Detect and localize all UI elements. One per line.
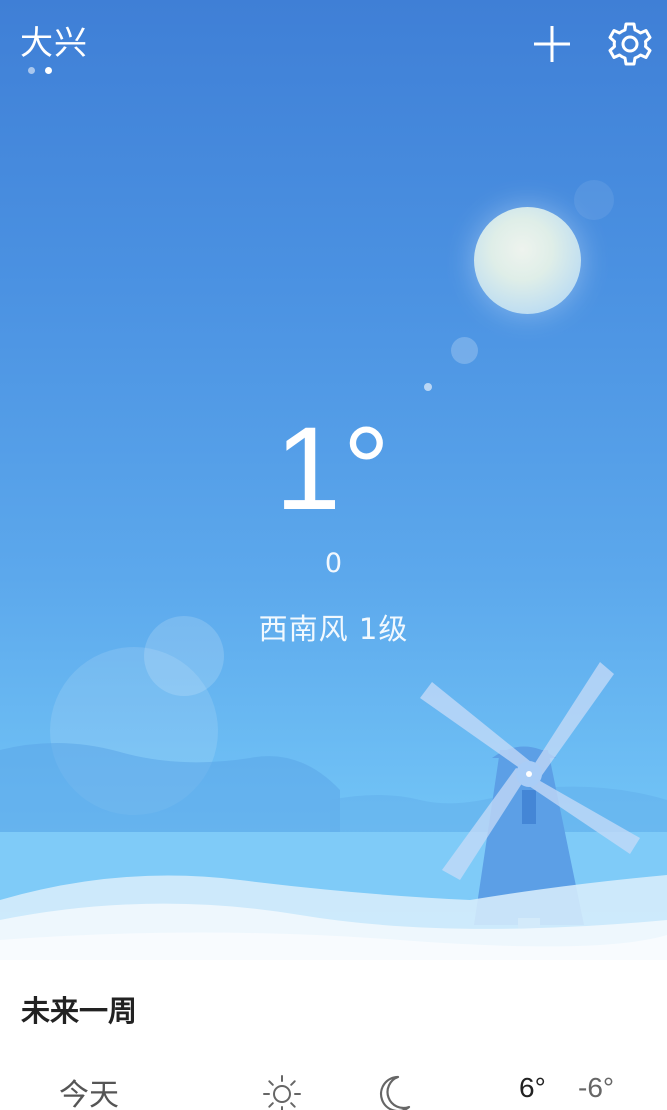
page-dot — [28, 67, 35, 74]
windmill-landscape — [0, 662, 667, 960]
gear-icon — [608, 22, 652, 66]
forecast-row[interactable]: 今天 6° -6° — [0, 1070, 667, 1110]
day-name: 今天 — [59, 1078, 119, 1110]
sun-icon — [474, 207, 581, 314]
add-city-button[interactable] — [530, 22, 574, 66]
weekly-forecast: 未来一周 今天 6° -6° — [0, 960, 667, 1110]
wind-info: 西南风 1级 — [258, 612, 409, 646]
settings-button[interactable] — [606, 20, 654, 68]
weather-screen: 大兴 1° 0 西南风 1级 未来一周 今天 6° -6° — [0, 0, 667, 1110]
city-name[interactable]: 大兴 — [20, 16, 88, 64]
moon-icon — [379, 1075, 411, 1110]
sun-halo — [574, 180, 614, 220]
high-temperature: 6° — [519, 1072, 546, 1103]
page-dot-active — [45, 67, 52, 74]
bubble-decoration — [451, 337, 478, 364]
current-temperature: 1° — [275, 403, 392, 535]
air-quality-value: 0 — [324, 548, 343, 579]
sun-icon — [263, 1075, 301, 1110]
bubble-decoration — [424, 383, 432, 391]
low-temperature: -6° — [578, 1072, 615, 1103]
forecast-title: 未来一周 — [21, 994, 138, 1028]
plus-icon — [534, 26, 570, 62]
page-indicator — [28, 67, 52, 74]
